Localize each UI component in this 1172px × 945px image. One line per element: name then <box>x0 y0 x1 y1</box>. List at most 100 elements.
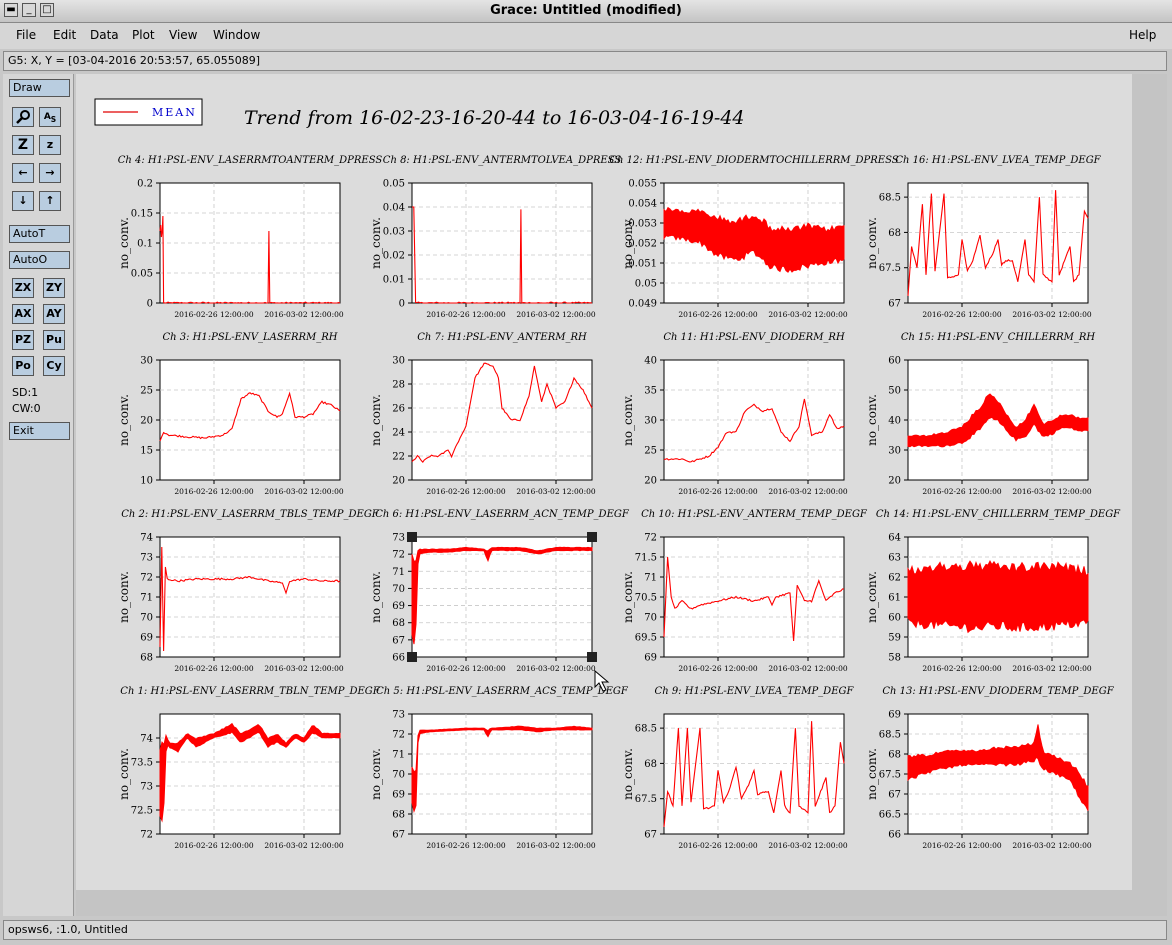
autoo-button[interactable]: AutoO <box>9 251 70 269</box>
left-arrow-icon[interactable]: ← <box>12 163 34 183</box>
selection-handle[interactable] <box>587 652 597 662</box>
y-tick-label: 71.5 <box>635 553 657 564</box>
y-tick-label: 0.05 <box>635 279 657 290</box>
title-bar: ▬ _ □ Grace: Untitled (modified) <box>0 0 1172 23</box>
cy-button[interactable]: Cy <box>43 356 65 376</box>
series-mean-band <box>907 560 1089 634</box>
y-tick-label: 63 <box>888 553 901 564</box>
y-axis-label: no_conv. <box>865 217 879 269</box>
menu-view[interactable]: View <box>169 28 197 42</box>
y-tick-label: 74 <box>140 734 153 745</box>
y-tick-label: 25 <box>140 386 153 397</box>
y-tick-label: 0.05 <box>383 179 405 190</box>
y-tick-label: 67 <box>888 790 901 801</box>
y-tick-label: 72 <box>140 573 153 584</box>
y-tick-label: 30 <box>644 416 657 427</box>
y-axis-label: no_conv. <box>621 748 635 800</box>
x-tick-label: 2016-03-02 12:00:00 <box>264 487 344 496</box>
autoscale-text-icon[interactable]: AS <box>39 107 61 127</box>
y-tick-label: 30 <box>888 446 901 457</box>
selection-handle[interactable] <box>407 532 417 542</box>
right-arrow-icon[interactable]: → <box>39 163 61 183</box>
graph-frame[interactable] <box>411 536 593 658</box>
y-tick-label: 28 <box>392 380 405 391</box>
menu-file[interactable]: File <box>16 28 36 42</box>
y-axis-label: no_conv. <box>621 217 635 269</box>
ay-button[interactable]: AY <box>43 304 65 324</box>
x-tick-label: 2016-03-02 12:00:00 <box>768 310 848 319</box>
y-tick-label: 67 <box>888 299 901 310</box>
graph-frame[interactable] <box>159 182 341 304</box>
x-tick-label: 2016-02-26 12:00:00 <box>922 487 1002 496</box>
menu-help[interactable]: Help <box>1129 28 1156 42</box>
po-button[interactable]: Po <box>12 356 34 376</box>
graph-frame[interactable] <box>411 359 593 481</box>
y-tick-label: 66.5 <box>879 810 901 821</box>
y-tick-label: 62 <box>888 573 901 584</box>
y-axis-label: no_conv. <box>865 394 879 446</box>
pz-button[interactable]: PZ <box>12 330 34 350</box>
y-tick-label: 73.5 <box>131 758 153 769</box>
y-tick-label: 67.5 <box>635 794 657 805</box>
y-tick-label: 60 <box>888 613 901 624</box>
y-tick-label: 70 <box>392 584 405 595</box>
y-tick-label: 30 <box>392 356 405 367</box>
zoom-icon[interactable] <box>12 107 34 127</box>
x-tick-label: 2016-03-02 12:00:00 <box>264 841 344 850</box>
y-tick-label: 72 <box>644 533 657 544</box>
zoom-small-z-icon[interactable]: z <box>39 135 61 155</box>
graph-frame[interactable] <box>411 182 593 304</box>
exit-button[interactable]: Exit <box>9 422 70 440</box>
graph-title: Ch 11: H1:PSL-ENV_DIODERM_RH <box>663 332 845 343</box>
x-tick-label: 2016-03-02 12:00:00 <box>264 664 344 673</box>
zx-button[interactable]: ZX <box>12 278 34 298</box>
y-tick-label: 22 <box>392 452 405 463</box>
y-tick-label: 10 <box>140 476 153 487</box>
legend-box[interactable]: MEAN <box>94 98 203 126</box>
y-axis-label: no_conv. <box>117 748 131 800</box>
x-tick-label: 2016-02-26 12:00:00 <box>678 664 758 673</box>
x-tick-label: 2016-02-26 12:00:00 <box>678 310 758 319</box>
pu-button[interactable]: Pu <box>43 330 65 350</box>
x-tick-label: 2016-03-02 12:00:00 <box>1012 310 1092 319</box>
y-tick-label: 72.5 <box>131 806 153 817</box>
menu-window[interactable]: Window <box>213 28 260 42</box>
graph-frame[interactable] <box>159 536 341 658</box>
graph-title: Ch 8: H1:PSL-ENV_ANTERMTOLVEA_DPRESS <box>383 155 622 166</box>
y-tick-label: 68 <box>888 228 901 239</box>
plot-svg[interactable]: MEAN Trend from 16-02-23-16-20-44 to 16-… <box>76 74 1167 916</box>
x-tick-label: 2016-03-02 12:00:00 <box>768 487 848 496</box>
menu-data[interactable]: Data <box>90 28 119 42</box>
menu-edit[interactable]: Edit <box>53 28 76 42</box>
y-tick-label: 40 <box>888 416 901 427</box>
selection-handle[interactable] <box>407 652 417 662</box>
y-tick-label: 67 <box>644 830 657 841</box>
autot-button[interactable]: AutoT <box>9 225 70 243</box>
graph-title: Ch 3: H1:PSL-ENV_LASERRM_RH <box>162 332 337 343</box>
y-tick-label: 72 <box>392 730 405 741</box>
x-tick-label: 2016-02-26 12:00:00 <box>922 664 1002 673</box>
y-tick-label: 73 <box>140 782 153 793</box>
graph-frame[interactable] <box>159 359 341 481</box>
up-arrow-icon[interactable]: ↑ <box>39 191 61 211</box>
y-tick-label: 66 <box>392 653 405 664</box>
y-tick-label: 20 <box>644 476 657 487</box>
selection-handle[interactable] <box>587 532 597 542</box>
locator-readout: G5: X, Y = [03-04-2016 20:53:57, 65.0550… <box>3 51 1167 71</box>
y-tick-label: 60 <box>888 356 901 367</box>
graph-frame[interactable] <box>663 536 845 658</box>
y-tick-label: 20 <box>140 416 153 427</box>
tool-panel: Draw AS Z z ← → ↓ ↑ AutoT AutoO ZX ZY AX… <box>3 74 74 916</box>
graph-title: Ch 14: H1:PSL-ENV_CHILLERRM_TEMP_DEGF <box>876 509 1121 520</box>
draw-button[interactable]: Draw <box>9 79 70 97</box>
y-tick-label: 70 <box>140 613 153 624</box>
ax-button[interactable]: AX <box>12 304 34 324</box>
down-arrow-icon[interactable]: ↓ <box>12 191 34 211</box>
zy-button[interactable]: ZY <box>43 278 65 298</box>
graph-frame[interactable] <box>411 713 593 835</box>
y-axis-label: no_conv. <box>369 217 383 269</box>
plot-canvas[interactable]: MEAN Trend from 16-02-23-16-20-44 to 16-… <box>76 74 1167 916</box>
graph-title: Ch 10: H1:PSL-ENV_ANTERM_TEMP_DEGF <box>641 509 868 520</box>
menu-plot[interactable]: Plot <box>132 28 155 42</box>
zoom-z-icon[interactable]: Z <box>12 135 34 155</box>
